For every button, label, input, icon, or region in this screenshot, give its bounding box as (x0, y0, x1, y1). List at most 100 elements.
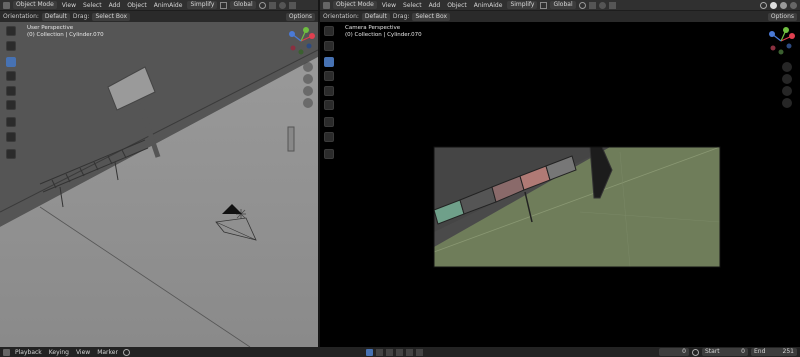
start-frame-field[interactable]: Start 0 (702, 348, 748, 356)
measure-icon-right[interactable] (324, 132, 334, 142)
orientation-label-right: Orientation: (323, 13, 359, 20)
shading-rendered-icon[interactable] (790, 1, 797, 9)
pivot-icon-right[interactable] (578, 1, 586, 9)
falloff-icon-right[interactable] (608, 1, 616, 9)
next-key-icon[interactable] (405, 348, 413, 356)
measure-icon[interactable] (6, 132, 16, 142)
mode-dropdown-right[interactable]: Object Mode (333, 1, 377, 9)
cursor-icon-right[interactable] (324, 41, 334, 51)
scale-icon[interactable] (6, 86, 16, 96)
orientation-dropdown[interactable]: Global (230, 1, 256, 9)
orientation-default-dropdown-right[interactable]: Default (361, 12, 390, 21)
timeline-editor-icon[interactable] (3, 348, 10, 356)
camera-icon-right[interactable] (782, 86, 792, 96)
hand-icon-right[interactable] (782, 74, 792, 84)
jump-start-icon[interactable] (365, 348, 373, 356)
menu-keying[interactable]: Keying (47, 349, 71, 356)
orientation-default-dropdown[interactable]: Default (41, 12, 70, 21)
camera-view-scene (433, 146, 721, 268)
menu-animaide[interactable]: AnimAide (152, 2, 185, 9)
menu-view-right[interactable]: View (380, 2, 398, 9)
menu-object[interactable]: Object (125, 2, 149, 9)
menu-select[interactable]: Select (81, 2, 104, 9)
pivot-icon[interactable] (258, 1, 266, 9)
zoom-icon-right[interactable] (782, 62, 792, 72)
menu-view[interactable]: View (60, 2, 78, 9)
orientation-label: Orientation: (3, 13, 39, 20)
menu-animaide-right[interactable]: AnimAide (472, 2, 505, 9)
menu-marker[interactable]: Marker (95, 349, 120, 356)
editor-type-icon[interactable] (3, 1, 10, 9)
options-dropdown-right[interactable]: Options (767, 12, 797, 21)
auto-keying-icon[interactable] (122, 348, 130, 356)
navigation-gizmo[interactable] (284, 24, 318, 58)
annotate-icon-right[interactable] (324, 117, 334, 127)
snap-icon[interactable] (268, 1, 276, 9)
menu-add[interactable]: Add (107, 2, 123, 9)
menu-view-timeline[interactable]: View (74, 349, 92, 356)
cursor-icon[interactable] (6, 41, 16, 51)
drag-dropdown-right[interactable]: Select Box (412, 12, 451, 21)
options-label: Options (288, 12, 312, 20)
left-scene (0, 22, 318, 347)
play-icon[interactable] (395, 348, 403, 356)
shading-solid-icon[interactable] (770, 1, 777, 9)
falloff-icon[interactable] (288, 1, 296, 9)
snap-icon-right[interactable] (588, 1, 596, 9)
transform-icon-right[interactable] (324, 100, 334, 110)
transform-orientation-icon-right[interactable] (540, 1, 548, 9)
current-frame-field[interactable]: 0 (659, 348, 689, 356)
orientation-global-label: Global (233, 1, 253, 8)
select-box-icon-right[interactable] (324, 26, 334, 36)
simplify-button-right[interactable]: Simplify (507, 1, 538, 9)
orientation-default-label-right: Default (364, 12, 387, 20)
orientation-default-label: Default (44, 12, 67, 20)
lamp-post-right (287, 126, 295, 152)
viewport-title: User Perspective (27, 25, 74, 31)
grid-icon[interactable] (303, 98, 313, 108)
hand-icon[interactable] (303, 74, 313, 84)
jump-end-icon[interactable] (415, 348, 423, 356)
drag-value: Select Box (95, 12, 128, 20)
clock-icon[interactable] (692, 348, 699, 356)
mode-dropdown[interactable]: Object Mode (13, 1, 57, 9)
menu-select-right[interactable]: Select (401, 2, 424, 9)
scale-icon-right[interactable] (324, 86, 334, 96)
play-reverse-icon[interactable] (385, 348, 393, 356)
simplify-button[interactable]: Simplify (187, 1, 218, 9)
drag-label-right: Drag: (392, 13, 410, 20)
zoom-icon[interactable] (303, 62, 313, 72)
orientation-dropdown-right[interactable]: Global (550, 1, 576, 9)
end-frame-field[interactable]: End 251 (751, 348, 797, 356)
rotate-icon[interactable] (6, 71, 16, 81)
mode-label: Object Mode (16, 1, 54, 8)
simplify-label: Simplify (190, 1, 215, 8)
proportional-edit-icon-right[interactable] (598, 1, 606, 9)
menu-add-right[interactable]: Add (427, 2, 443, 9)
navigation-gizmo-right[interactable] (764, 24, 798, 58)
timeline-bar: Playback Keying View Marker 0 Start 0 En… (0, 347, 800, 357)
transform-orientation-icon[interactable] (220, 1, 228, 9)
shading-material-icon[interactable] (780, 1, 787, 9)
drag-dropdown[interactable]: Select Box (92, 12, 131, 21)
add-cube-icon-right[interactable] (324, 149, 334, 159)
move-icon[interactable] (6, 57, 16, 67)
proportional-edit-icon[interactable] (278, 1, 286, 9)
annotate-icon[interactable] (6, 117, 16, 127)
prev-key-icon[interactable] (375, 348, 383, 356)
menu-object-right[interactable]: Object (445, 2, 469, 9)
select-box-icon[interactable] (6, 26, 16, 36)
grid-icon-right[interactable] (782, 98, 792, 108)
transform-icon[interactable] (6, 100, 16, 110)
shading-wireframe-icon[interactable] (760, 1, 767, 9)
add-cube-icon[interactable] (6, 149, 16, 159)
orientation-global-label-right: Global (553, 1, 573, 8)
menu-playback[interactable]: Playback (13, 349, 44, 356)
camera-icon[interactable] (303, 86, 313, 96)
editor-type-icon-right[interactable] (323, 1, 330, 9)
right-viewport-background[interactable] (320, 22, 800, 347)
left-viewport-background[interactable] (0, 22, 318, 347)
move-icon-right[interactable] (324, 57, 334, 67)
options-dropdown[interactable]: Options (285, 12, 315, 21)
rotate-icon-right[interactable] (324, 71, 334, 81)
